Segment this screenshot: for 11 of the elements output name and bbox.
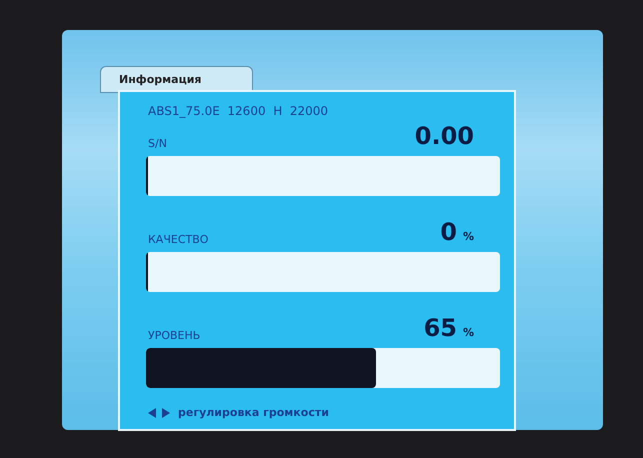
hint-text: регулировка громкости [178,406,329,419]
meter-value: 0 [440,218,457,246]
transponder-text: ABS1_75.0E 12600 H 22000 [148,104,330,118]
meter-label: КАЧЕСТВО [148,233,208,246]
meter-label: УРОВЕНЬ [148,329,200,342]
meter-label: S/N [148,137,167,150]
meter-value: 65 [424,314,457,342]
meter-unit: % [462,230,474,243]
meter-value: 0.00 [414,122,474,150]
meter-unit: % [462,326,474,339]
left-right-arrows-icon [148,408,170,418]
